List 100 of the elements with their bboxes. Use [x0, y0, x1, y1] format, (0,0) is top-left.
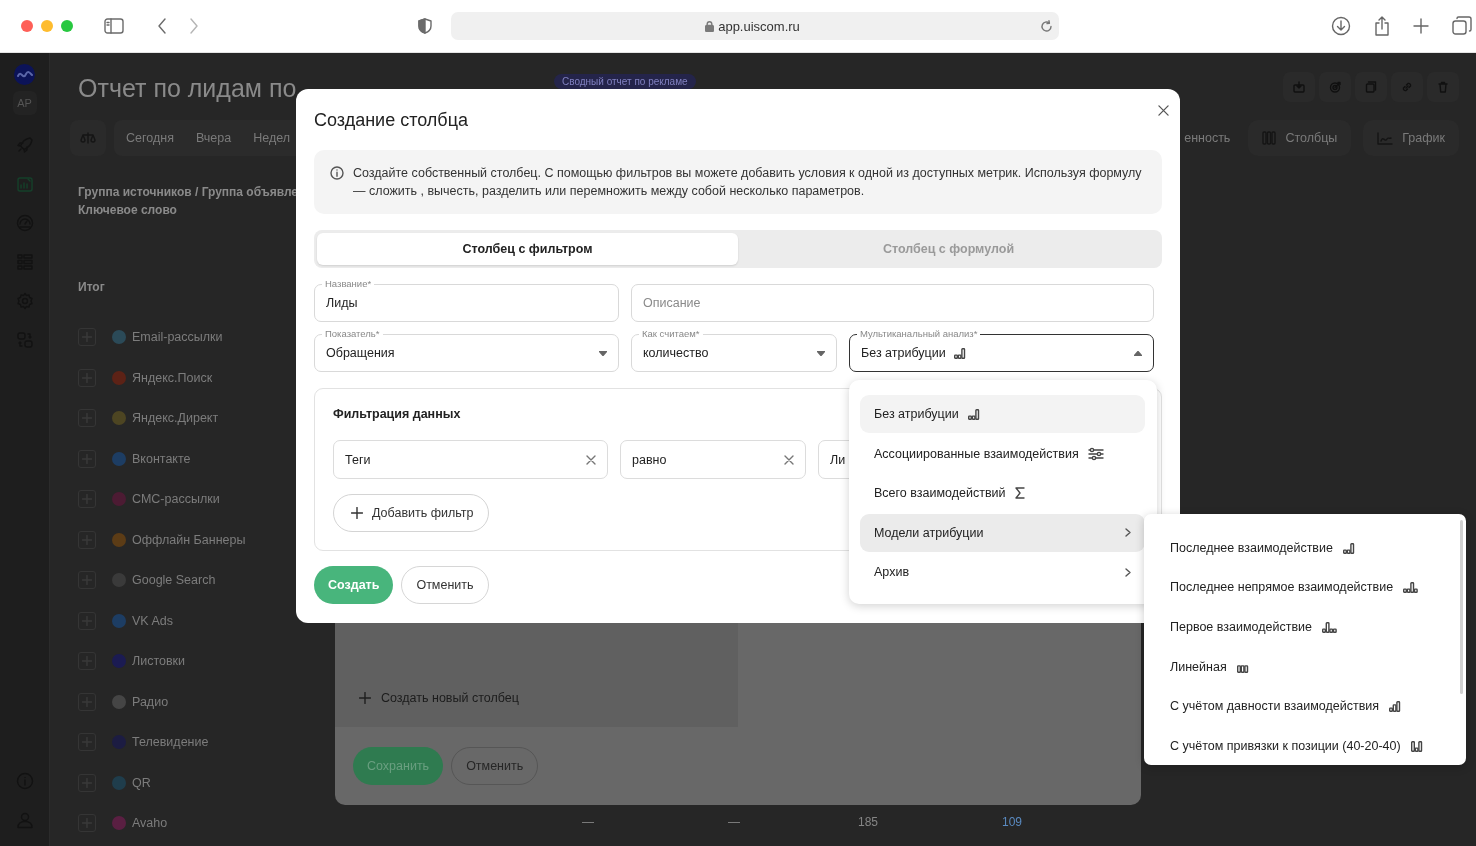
caret-icon: [1134, 350, 1142, 356]
period-tab[interactable]: Вчера: [195, 131, 232, 145]
filter-field[interactable]: равно: [620, 440, 806, 479]
shield-icon[interactable]: [418, 18, 432, 34]
source-name[interactable]: Листовки: [132, 654, 186, 669]
source-name[interactable]: Avaho: [132, 816, 168, 831]
period-tab[interactable]: Недел: [253, 131, 291, 145]
share-icon[interactable]: [1374, 16, 1390, 36]
info-text: Создайте собственный столбец. С помощью фильтров вы можете добавить условия к одной из доступных метрик. Используя формулу — сложить , вычесть, разделить или перемножить между собой несколько параметров.: [353, 165, 1143, 200]
menu-item[interactable]: Всего взаимодействий: [860, 474, 1145, 513]
menu-item[interactable]: Последнее непрямое взаимодействие: [1170, 567, 1466, 608]
info-icon: [330, 166, 344, 180]
page-title: Отчет по лидам по: [78, 73, 298, 104]
menu-item[interactable]: Первое взаимодействие: [1170, 607, 1466, 647]
caret-icon: [817, 350, 825, 356]
menu-item[interactable]: Без атрибуции: [860, 395, 1145, 433]
logo-icon[interactable]: [14, 64, 35, 85]
column-header: Группа источников / Группа объявле: [78, 184, 299, 201]
table-cell: —: [582, 815, 594, 829]
add-filter-button[interactable]: Добавить фильтр: [333, 494, 489, 532]
source-name[interactable]: Телевидение: [132, 735, 209, 750]
text-input[interactable]: Описание: [643, 296, 1142, 310]
source-name[interactable]: СМС-рассылки: [132, 492, 220, 507]
value-link[interactable]: 109: [1002, 815, 1023, 829]
sidebar-toggle-icon[interactable]: [104, 18, 124, 34]
create-column-link[interactable]: Создать новый столбец: [359, 691, 519, 705]
close-icon[interactable]: [1158, 105, 1169, 116]
wave-icon: [16, 69, 33, 80]
new-tab-icon[interactable]: [1413, 18, 1429, 34]
menu-item[interactable]: Последнее взаимодействие: [1170, 528, 1466, 568]
clear-icon[interactable]: [586, 454, 596, 465]
source-name[interactable]: Яндекс.Директ: [132, 411, 219, 426]
download-icon: [1293, 81, 1305, 93]
source-name[interactable]: Оффлайн Баннеры: [132, 532, 246, 547]
bar-chart-icon: [1403, 581, 1420, 594]
trash-icon: [1437, 81, 1449, 93]
table-cell: —: [728, 815, 740, 829]
sliders-icon: [1087, 446, 1104, 461]
minimize-light[interactable]: [41, 20, 53, 32]
zoom-light[interactable]: [61, 20, 73, 32]
lock-icon: [705, 20, 715, 32]
table-cell: 185: [858, 815, 879, 829]
copy-icon: [1365, 81, 1377, 93]
download-button[interactable]: [1283, 72, 1315, 102]
dialog-title: Создание столбца: [314, 109, 468, 132]
filter-field[interactable]: Теги: [333, 440, 608, 479]
menu-item[interactable]: Ассоциированные взаимодействия: [860, 434, 1145, 473]
clear-icon[interactable]: [784, 454, 794, 465]
menu-item[interactable]: Архив: [860, 553, 1145, 592]
menu-item[interactable]: Модели атрибуции: [860, 513, 1145, 552]
url-text: app.uiscom.ru: [718, 18, 800, 34]
cancel-button[interactable]: Отменить: [401, 566, 489, 604]
chart-button[interactable]: График: [1363, 120, 1459, 156]
create-button[interactable]: Создать: [314, 566, 394, 604]
source-name[interactable]: VK Ads: [132, 613, 173, 628]
forward-icon[interactable]: [189, 18, 199, 34]
menu-item[interactable]: Линейная: [1170, 646, 1466, 687]
source-name[interactable]: QR: [132, 775, 151, 790]
plus-icon: [351, 507, 363, 519]
bar-chart-icon: [1389, 700, 1402, 713]
bar-chart-icon: [1322, 621, 1338, 633]
source-name[interactable]: Радио: [132, 694, 169, 709]
toolbar-label[interactable]: енность: [1184, 131, 1231, 145]
section-title: Фильтрация данных: [333, 406, 461, 423]
caret-icon: [599, 350, 607, 356]
total-label: Итог: [78, 279, 105, 296]
sigma-icon: [1014, 487, 1025, 500]
back-icon[interactable]: [157, 18, 167, 34]
columns-button[interactable]: Столбцы: [1248, 120, 1352, 156]
plus-icon: [359, 692, 371, 704]
scrollbar[interactable]: [1460, 520, 1463, 694]
bar-chart-icon: [967, 408, 980, 420]
chart-board-icon[interactable]: [15, 175, 34, 193]
target-icon: [1329, 81, 1341, 93]
link-button[interactable]: [1391, 72, 1423, 102]
target-button[interactable]: [1319, 72, 1351, 102]
bar-chart-icon: [953, 347, 966, 359]
report-badge: Сводный отчет по рекламе: [554, 74, 696, 89]
download-icon[interactable]: [1331, 16, 1351, 36]
column-header: Ключевое слово: [78, 202, 177, 219]
tabs-overview-icon[interactable]: [1452, 16, 1472, 36]
text-input[interactable]: Лиды: [326, 296, 607, 310]
bar-chart-icon: [1342, 541, 1355, 554]
link-icon: [1401, 81, 1413, 93]
source-name[interactable]: Вконтакте: [132, 451, 191, 466]
tab[interactable]: Столбец с формулой: [738, 233, 1159, 265]
source-name[interactable]: Яндекс.Поиск: [132, 370, 213, 385]
close-light[interactable]: [21, 20, 33, 32]
menu-item[interactable]: С учётом привязки к позиции (40-20-40): [1170, 725, 1466, 766]
tab[interactable]: Столбец с фильтром: [317, 233, 738, 265]
source-name[interactable]: Email-рассылки: [132, 330, 223, 345]
source-name[interactable]: Google Search: [132, 573, 216, 588]
trash-button[interactable]: [1427, 72, 1459, 102]
address-bar[interactable]: app.uiscom.ru: [451, 12, 1059, 40]
period-tab[interactable]: Сегодня: [126, 131, 174, 145]
bar-chart-icon: [1410, 739, 1423, 752]
copy-button[interactable]: [1355, 72, 1387, 102]
menu-item[interactable]: С учётом давности взаимодействия: [1170, 686, 1466, 726]
reload-icon[interactable]: [1040, 19, 1053, 33]
text-field[interactable]: Описание: [631, 284, 1154, 322]
